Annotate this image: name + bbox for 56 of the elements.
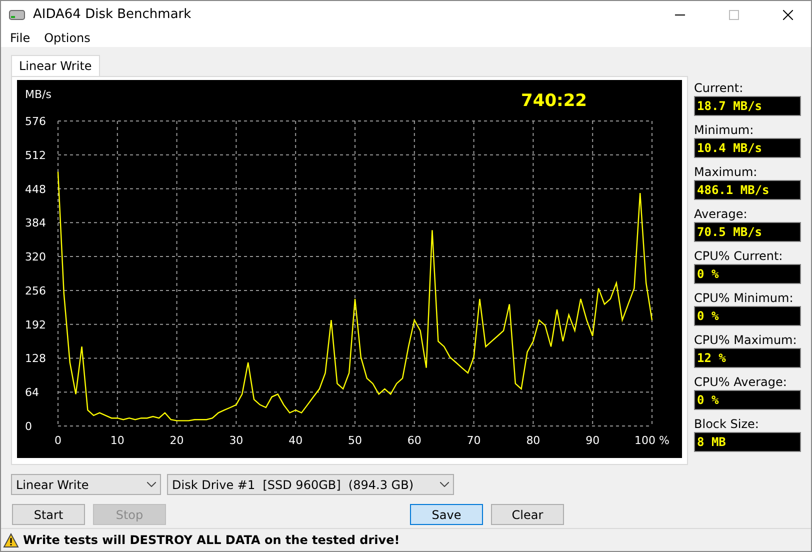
x-tick-label: 20 <box>170 434 184 447</box>
x-tick-label: 10 <box>110 434 124 447</box>
stat-value: 70.5 MB/s <box>694 222 801 242</box>
y-tick-label: 448 <box>25 182 46 196</box>
chevron-down-icon <box>147 482 156 487</box>
action-button[interactable]: Save <box>410 504 483 525</box>
stat-value: 0 % <box>694 264 801 284</box>
y-tick-label: 192 <box>25 318 46 332</box>
stat-label: Minimum: <box>694 123 755 137</box>
y-tick-label: 512 <box>25 148 46 162</box>
stat-label: Average: <box>694 207 748 221</box>
stat-value: 0 % <box>694 390 801 410</box>
tab[interactable]: Linear Write <box>11 55 100 76</box>
y-tick-label: 64 <box>25 386 39 400</box>
elapsed-time: 740:22 <box>521 91 587 111</box>
stat-value: 8 MB <box>694 432 801 452</box>
warning-icon <box>3 532 19 548</box>
drive-dropdown[interactable]: Disk Drive #1 [SSD 960GB] (894.3 GB) <box>167 474 454 495</box>
action-button[interactable]: Clear <box>491 504 564 525</box>
y-tick-label: 576 <box>25 115 46 128</box>
x-tick-label: 50 <box>348 434 362 447</box>
stat-value: 12 % <box>694 348 801 368</box>
warning-message: Write tests will DESTROY ALL DATA on the tested drive! <box>23 533 400 547</box>
y-tick-label: 320 <box>25 250 46 264</box>
x-tick-label: 30 <box>229 434 244 447</box>
menu-item[interactable]: File <box>5 30 36 44</box>
x-tick-label: 70 <box>466 434 481 447</box>
stat-label: Block Size: <box>694 417 760 431</box>
x-tick-label: 40 <box>288 434 303 447</box>
stat-label: Current: <box>694 81 744 95</box>
action-button[interactable]: Start <box>12 504 85 525</box>
stat-value: 0 % <box>694 306 801 326</box>
y-tick-label: 0 <box>25 420 32 433</box>
chevron-down-icon <box>440 482 449 487</box>
x-tick-label: 80 <box>526 434 540 447</box>
stat-value: 18.7 MB/s <box>694 96 801 116</box>
x-tick-label: 60 <box>407 434 422 447</box>
y-axis-label: MB/s <box>25 88 52 101</box>
menu-item[interactable]: Options <box>39 30 96 44</box>
stat-value: 10.4 MB/s <box>694 138 801 158</box>
y-tick-label: 256 <box>25 284 46 298</box>
stat-label: Maximum: <box>694 165 758 179</box>
x-tick-label: 100 % <box>634 434 670 447</box>
stat-label: CPU% Average: <box>694 375 788 389</box>
x-tick-label: 0 <box>54 434 62 447</box>
test-dropdown[interactable]: Linear Write <box>11 474 161 495</box>
stat-label: CPU% Maximum: <box>694 333 798 347</box>
y-tick-label: 384 <box>25 216 46 230</box>
close-icon[interactable] <box>783 10 793 20</box>
y-tick-label: 128 <box>25 352 46 366</box>
x-tick-label: 90 <box>586 434 600 447</box>
stat-value: 486.1 MB/s <box>694 180 801 200</box>
window-title: AIDA64 Disk Benchmark <box>33 7 192 22</box>
stat-label: CPU% Minimum: <box>694 291 794 305</box>
disk-drive-icon <box>9 10 25 20</box>
stat-label: CPU% Current: <box>694 249 784 263</box>
